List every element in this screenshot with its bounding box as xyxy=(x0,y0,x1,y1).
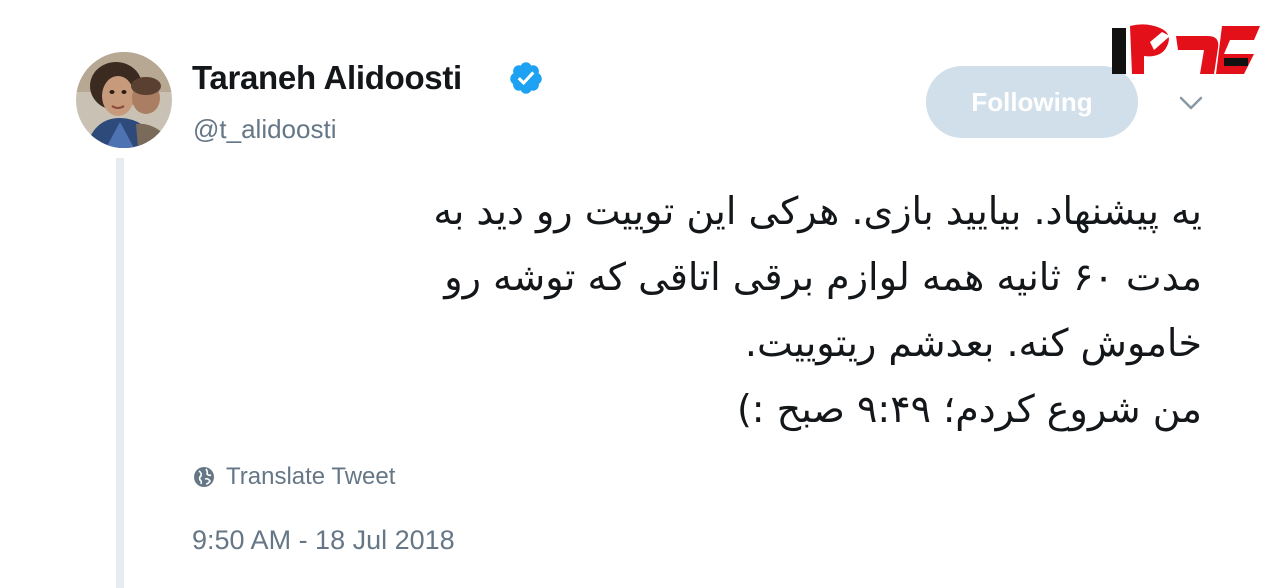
author-handle[interactable]: @t_alidoosti xyxy=(193,112,336,146)
site-logo xyxy=(1112,24,1260,74)
tweet-text: یه پیشنهاد. بیایید بازی. هرکی این توییت … xyxy=(230,178,1202,442)
chevron-down-icon[interactable] xyxy=(1176,88,1206,118)
translate-tweet-link[interactable]: Translate Tweet xyxy=(192,460,395,494)
tweet-text-line: من شروع کردم؛ ۹:۴۹ صبح :) xyxy=(736,387,1202,431)
tweet-text-line: مدت ۶۰ ثانیه همه لوازم برقی اتاقی که توش… xyxy=(444,255,1202,299)
tweet-text-line: خاموش کنه. بعدشم ریتوییت. xyxy=(744,321,1202,365)
avatar-image xyxy=(76,52,172,148)
thread-line xyxy=(116,158,124,588)
globe-icon xyxy=(194,467,214,487)
tweet-timestamp[interactable]: 9:50 AM - 18 Jul 2018 xyxy=(192,522,455,558)
translate-tweet-label: Translate Tweet xyxy=(226,463,396,490)
avatar[interactable] xyxy=(76,52,172,148)
author-name[interactable]: Taraneh Alidoosti xyxy=(192,58,462,98)
verified-badge-icon xyxy=(510,62,542,94)
tweet-text-line: یه پیشنهاد. بیایید بازی. هرکی این توییت … xyxy=(433,189,1202,233)
